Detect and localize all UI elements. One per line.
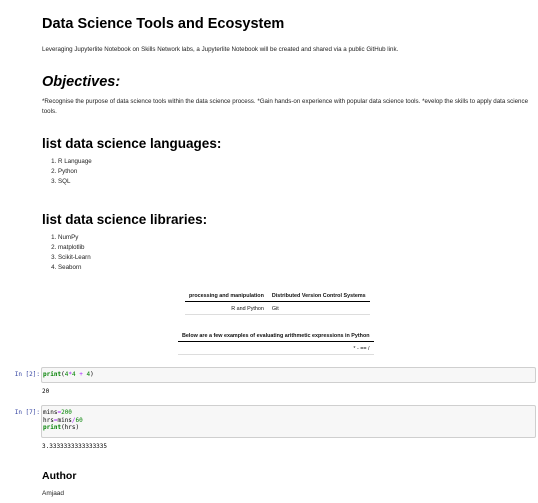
table-header-row: Below are a few examples of evaluating a…: [178, 332, 374, 342]
author-heading: Author: [42, 470, 77, 482]
languages-section: list data science languages:: [42, 136, 530, 151]
list-item: R Language: [58, 157, 530, 167]
cell-output: 3.3333333333333335: [42, 443, 108, 450]
table-cell: * - == /: [178, 341, 374, 355]
table-cell: Git: [267, 301, 370, 315]
code-cell-input[interactable]: print(4*4 + 4): [41, 367, 536, 383]
notebook-title-section: Data Science Tools and Ecosystem: [42, 16, 530, 32]
page-title: Data Science Tools and Ecosystem: [42, 16, 285, 32]
libraries-section: list data science libraries:: [42, 212, 530, 227]
code-line[interactable]: hrs=mins/60: [42, 417, 535, 425]
libraries-heading: list data science libraries:: [42, 212, 208, 227]
table-row: * - == /: [178, 341, 374, 355]
code-line[interactable]: print(4*4 + 4): [42, 371, 535, 379]
table-header-row: processing and manipulation Distributed …: [185, 292, 370, 302]
cell-prompt: In [7]:: [14, 409, 40, 416]
list-item: matplotlib: [58, 243, 530, 253]
cell-prompt: In [2]:: [14, 371, 40, 378]
expressions-table: Below are a few examples of evaluating a…: [178, 332, 374, 355]
tools-table: processing and manipulation Distributed …: [185, 292, 370, 315]
list-item: Seaborn: [58, 263, 530, 273]
list-item: NumPy: [58, 233, 530, 243]
code-cell-input[interactable]: mins=200 hrs=mins/60 print(hrs): [41, 405, 536, 438]
author-name: Amjaad: [42, 490, 65, 497]
table-cell: R and Python: [185, 301, 268, 315]
languages-list-wrap: R Language Python SQL: [42, 157, 530, 187]
languages-list: R Language Python SQL: [42, 157, 530, 187]
author-section: Author: [42, 470, 530, 482]
objectives-heading: Objectives:: [42, 74, 121, 90]
languages-heading: list data science languages:: [42, 136, 222, 151]
objectives-text: *Recognise the purpose of data science t…: [42, 98, 529, 115]
intro-text: Leveraging Jupyterlite Notebook on Skill…: [42, 46, 399, 53]
code-line[interactable]: print(hrs): [42, 424, 535, 432]
table-header: Below are a few examples of evaluating a…: [178, 332, 374, 342]
table-row: R and Python Git: [185, 301, 370, 315]
libraries-list: NumPy matplotlib Scikit-Learn Seaborn: [42, 233, 530, 273]
list-item: SQL: [58, 177, 530, 187]
cell-output: 20: [42, 388, 50, 395]
code-line[interactable]: mins=200: [42, 409, 535, 417]
libraries-list-wrap: NumPy matplotlib Scikit-Learn Seaborn: [42, 233, 530, 273]
list-item: Scikit-Learn: [58, 253, 530, 263]
list-item: Python: [58, 167, 530, 177]
table-header: processing and manipulation: [185, 292, 268, 302]
objectives-section: Objectives:: [42, 74, 530, 90]
table-header: Distributed Version Control Systems: [267, 292, 370, 302]
